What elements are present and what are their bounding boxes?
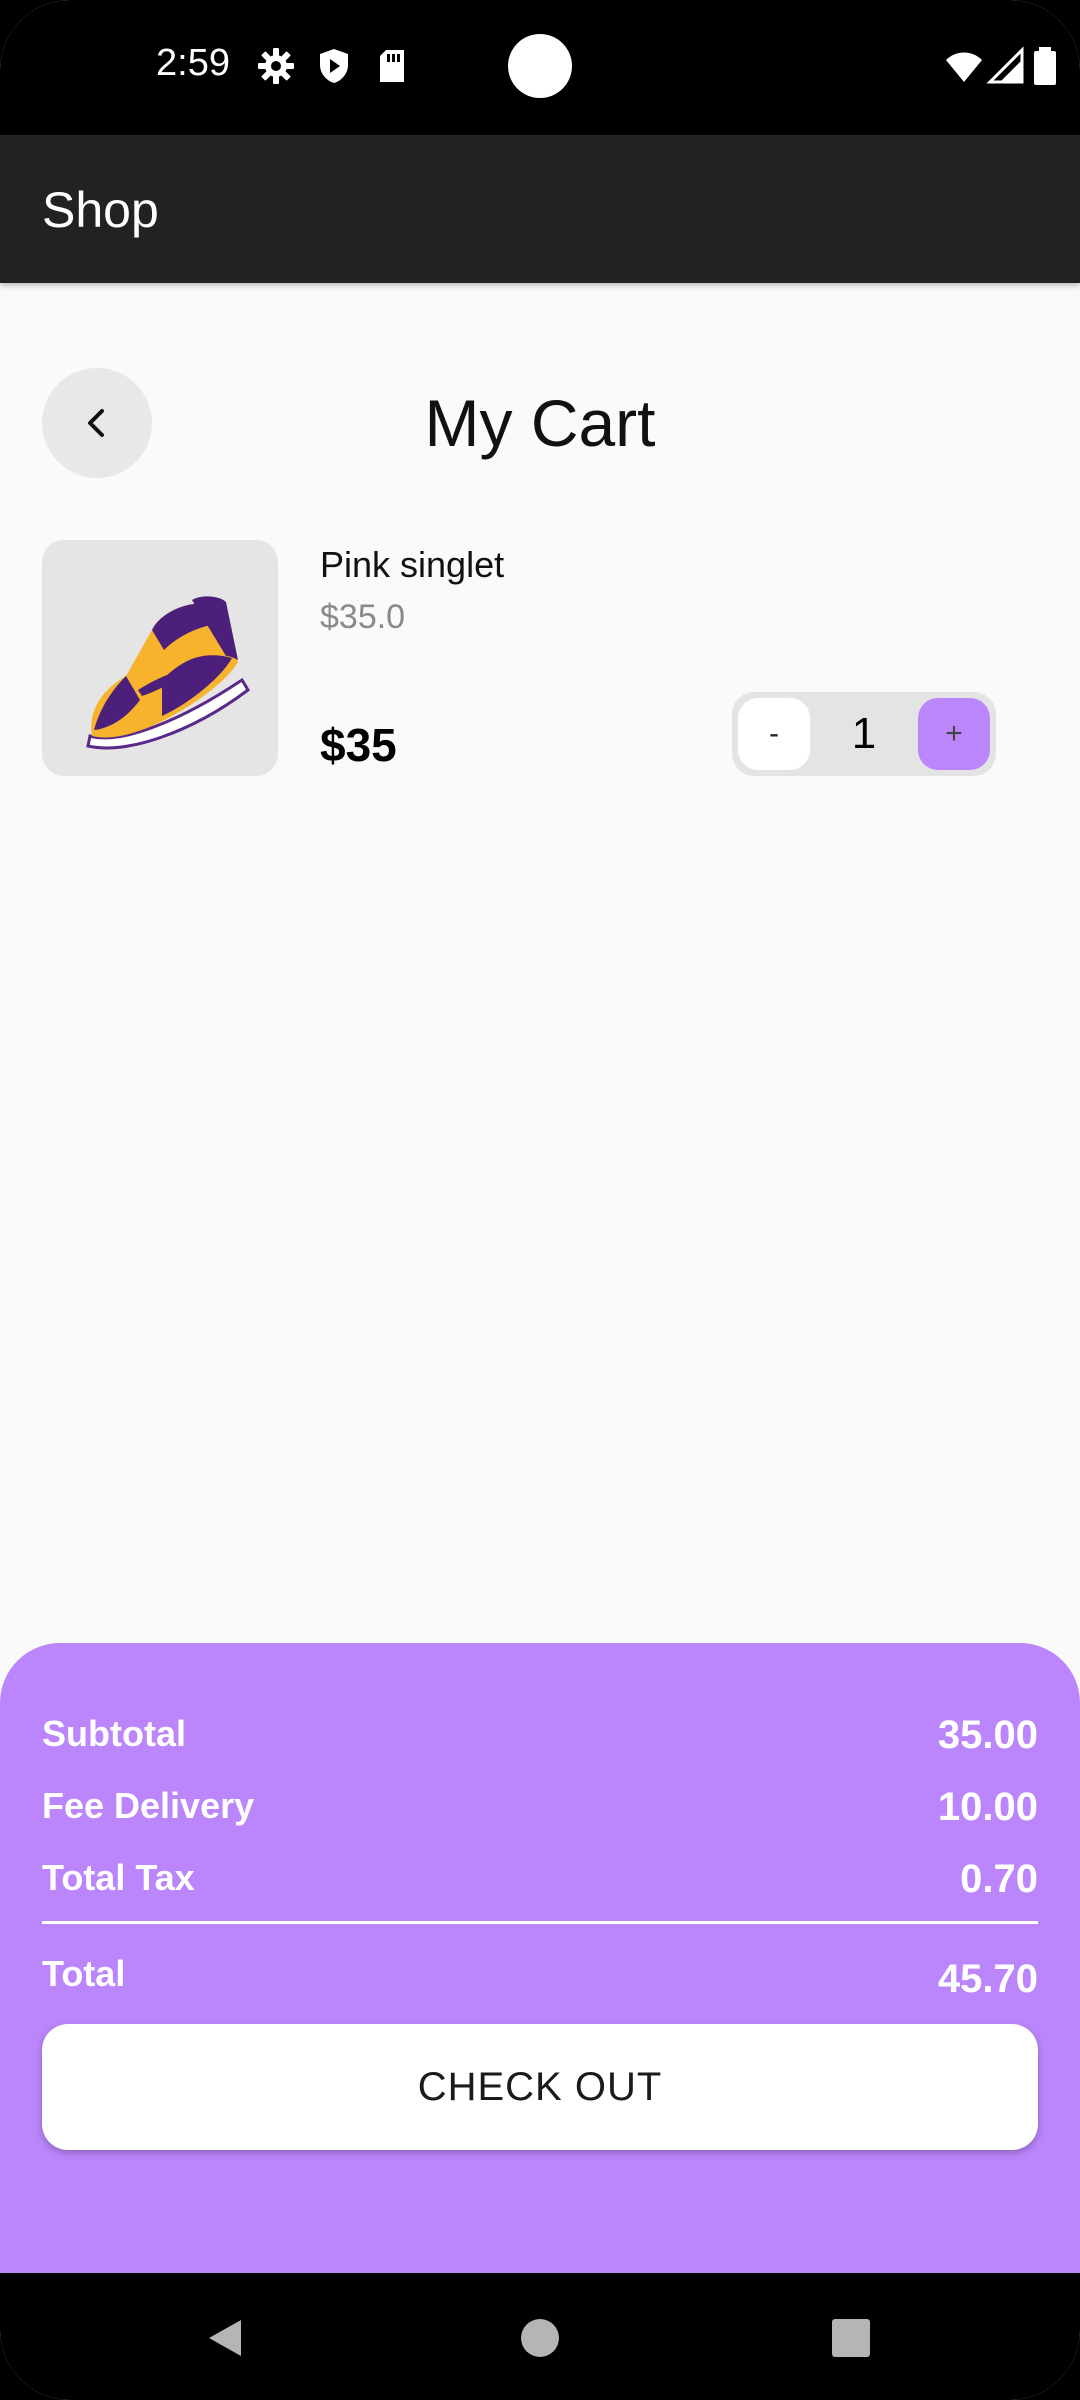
nav-back-icon[interactable] [190, 2303, 260, 2373]
total-row: Total 45.70 [42, 1953, 1038, 2003]
total-label: Total [42, 1953, 126, 1994]
tax-value: 0.70 [960, 1857, 1038, 1901]
camera-cutout [508, 34, 572, 98]
status-bar: 2:59 [0, 0, 1080, 135]
app-title: Shop [42, 182, 159, 238]
navigation-bar [0, 2273, 1080, 2400]
order-summary-panel: Subtotal 35.00 Fee Delivery 10.00 Total … [0, 1643, 1080, 2273]
checkout-button[interactable]: CHECK OUT [42, 2024, 1038, 2150]
quantity-value: 1 [851, 709, 877, 758]
sneaker-image [86, 596, 250, 750]
page-title: My Cart [424, 386, 656, 460]
quantity-stepper: - 1 + [732, 692, 996, 776]
wifi-icon [944, 46, 984, 86]
phone-screen: 2:59 Shop My Cart Pink singlet $35.0 $35… [0, 0, 1080, 2400]
tax-label: Total Tax [42, 1857, 195, 1898]
subtotal-row: Subtotal 35.00 [42, 1713, 1038, 1763]
sd-card-icon [372, 46, 412, 86]
summary-divider [42, 1921, 1038, 1924]
status-time: 2:59 [156, 42, 230, 84]
total-value: 45.70 [937, 1957, 1038, 2001]
product-image [42, 540, 278, 776]
delivery-fee-value: 10.00 [937, 1785, 1038, 1829]
decrease-quantity-button[interactable]: - [738, 698, 810, 770]
nav-home-icon[interactable] [505, 2303, 575, 2373]
battery-icon [1030, 46, 1060, 86]
increase-quantity-button[interactable]: + [918, 698, 990, 770]
signal-icon [986, 46, 1026, 86]
shield-icon [314, 46, 354, 86]
item-total-price: $35 [320, 719, 397, 771]
item-unit-price: $35.0 [320, 598, 406, 636]
app-bar: Shop [0, 135, 1080, 283]
gear-icon [256, 46, 296, 86]
nav-recents-icon[interactable] [816, 2303, 886, 2373]
item-name: Pink singlet [320, 544, 505, 585]
subtotal-value: 35.00 [937, 1713, 1038, 1757]
subtotal-label: Subtotal [42, 1713, 186, 1754]
delivery-fee-label: Fee Delivery [42, 1785, 255, 1826]
delivery-fee-row: Fee Delivery 10.00 [42, 1785, 1038, 1835]
tax-row: Total Tax 0.70 [42, 1857, 1038, 1907]
